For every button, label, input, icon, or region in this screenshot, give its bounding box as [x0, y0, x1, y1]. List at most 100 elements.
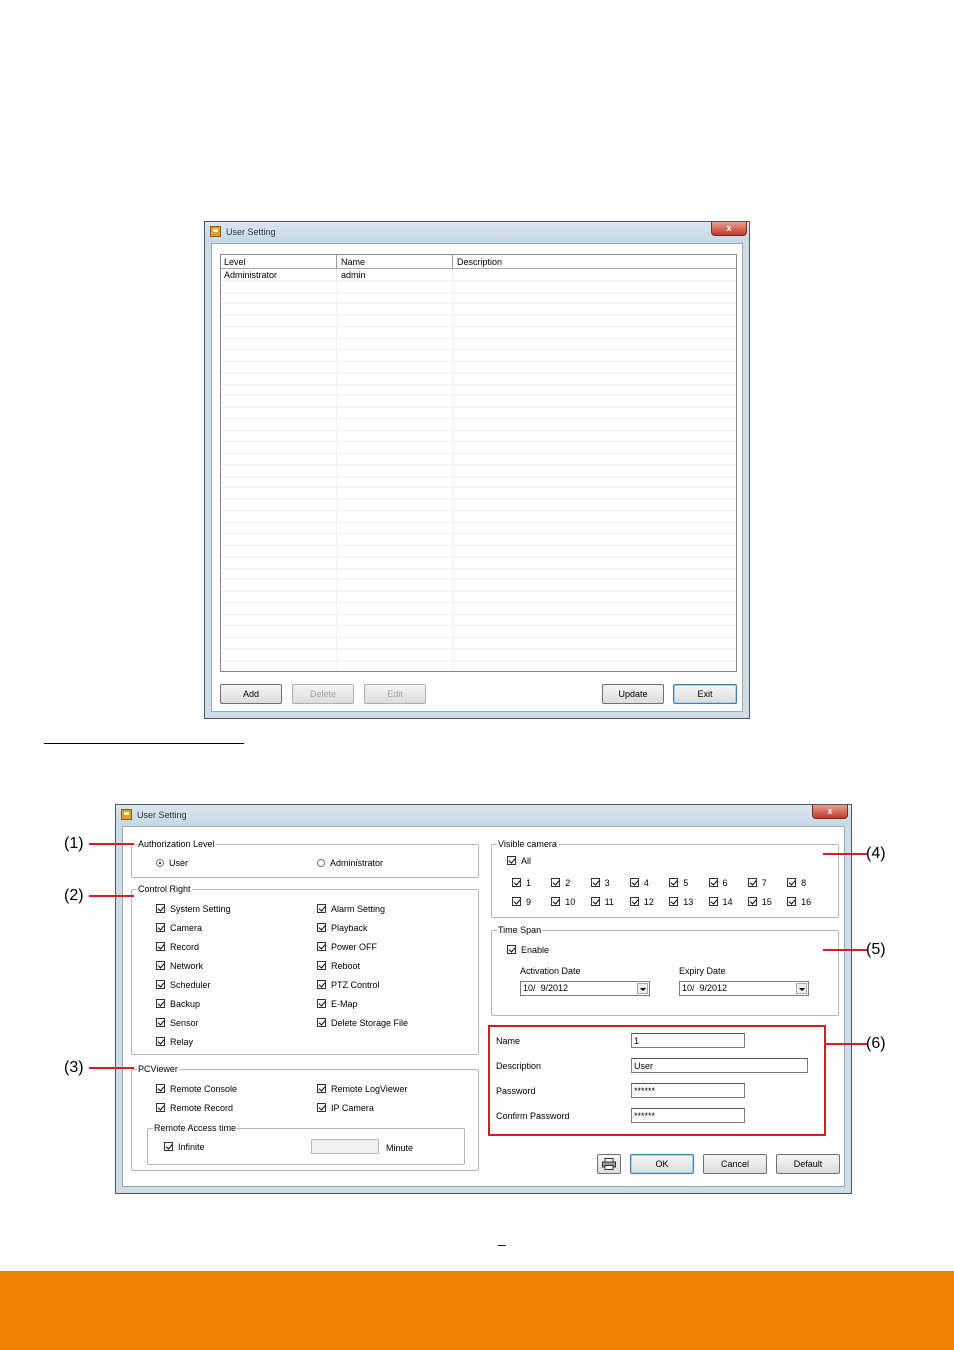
- checkbox-remote-record[interactable]: Remote Record: [156, 1102, 233, 1114]
- table-row-empty[interactable]: [221, 500, 736, 511]
- table-row-empty[interactable]: [221, 512, 736, 523]
- checkbox-control-camera[interactable]: Camera: [156, 922, 202, 934]
- checkbox-control-ptz-control[interactable]: PTZ Control: [317, 979, 380, 991]
- checkbox-infinite[interactable]: Infinite: [164, 1141, 205, 1153]
- checkbox-ip-camera[interactable]: IP Camera: [317, 1102, 374, 1114]
- table-row-empty[interactable]: [221, 604, 736, 615]
- title-bar: User Setting x: [205, 222, 749, 242]
- delete-button[interactable]: Delete: [292, 684, 354, 704]
- activation-date-picker[interactable]: 10/ 9/2012: [520, 981, 650, 996]
- checkbox-camera-12[interactable]: 12: [629, 896, 654, 908]
- dropdown-arrow-icon[interactable]: [796, 983, 807, 994]
- table-row-empty[interactable]: [221, 305, 736, 316]
- table-row-empty[interactable]: [221, 615, 736, 626]
- checkbox-camera-10[interactable]: 10: [551, 896, 575, 908]
- checkbox-camera-1[interactable]: 1: [512, 877, 531, 889]
- table-row-empty[interactable]: [221, 546, 736, 557]
- add-button[interactable]: Add: [220, 684, 282, 704]
- exit-button[interactable]: Exit: [673, 684, 737, 704]
- checkbox-camera-3[interactable]: 3: [590, 877, 610, 889]
- checkbox-camera-13[interactable]: 13: [669, 896, 693, 908]
- table-row-empty[interactable]: [221, 489, 736, 500]
- checkbox-remote-logviewer[interactable]: Remote LogViewer: [317, 1083, 407, 1095]
- checkbox-control-network[interactable]: Network: [156, 960, 203, 972]
- table-row-empty[interactable]: [221, 627, 736, 638]
- checkbox-camera-8[interactable]: 8: [787, 877, 806, 889]
- update-button[interactable]: Update: [602, 684, 664, 704]
- dropdown-arrow-icon[interactable]: [637, 983, 648, 994]
- checkbox-control-scheduler[interactable]: Scheduler: [156, 979, 211, 991]
- checkbox-control-backup[interactable]: Backup: [156, 998, 200, 1010]
- table-row-empty[interactable]: [221, 661, 736, 671]
- checkbox-camera-6[interactable]: 6: [708, 877, 728, 889]
- column-header-description[interactable]: Description: [457, 257, 502, 267]
- checkbox-control-reboot[interactable]: Reboot: [317, 960, 360, 972]
- table-row-empty[interactable]: [221, 420, 736, 431]
- minute-input[interactable]: [311, 1139, 379, 1154]
- table-row-empty[interactable]: [221, 385, 736, 396]
- checkbox-control-system-setting[interactable]: System Setting: [156, 903, 231, 915]
- checkbox-all-cameras[interactable]: All: [507, 855, 531, 867]
- checkbox-control-power-off[interactable]: Power OFF: [317, 941, 377, 953]
- checkbox-control-record[interactable]: Record: [156, 941, 199, 953]
- table-row-empty[interactable]: [221, 650, 736, 661]
- table-row-empty[interactable]: [221, 443, 736, 454]
- window-title: User Setting: [137, 810, 187, 820]
- column-header-level[interactable]: Level: [224, 257, 246, 267]
- column-header-name[interactable]: Name: [341, 257, 365, 267]
- table-row-empty[interactable]: [221, 351, 736, 362]
- table-row-empty[interactable]: [221, 362, 736, 373]
- table-row-empty[interactable]: [221, 339, 736, 350]
- checkbox-label: 13: [683, 897, 694, 907]
- table-row-empty[interactable]: [221, 431, 736, 442]
- checkbox-control-relay[interactable]: Relay: [156, 1036, 193, 1048]
- checkbox-camera-7[interactable]: 7: [747, 877, 767, 889]
- table-row-empty[interactable]: [221, 558, 736, 569]
- default-button[interactable]: Default: [776, 1154, 840, 1174]
- edit-button[interactable]: Edit: [364, 684, 426, 704]
- checkbox-control-playback[interactable]: Playback: [317, 922, 368, 934]
- table-row-empty[interactable]: [221, 535, 736, 546]
- checkbox-control-delete-storage-file[interactable]: Delete Storage File: [317, 1017, 408, 1029]
- table-row-empty[interactable]: [221, 328, 736, 339]
- checkbox-control-sensor[interactable]: Sensor: [156, 1017, 199, 1029]
- table-row-empty[interactable]: [221, 466, 736, 477]
- checkbox-camera-16[interactable]: 16: [787, 896, 811, 908]
- close-button[interactable]: x: [812, 805, 848, 819]
- checkbox-camera-9[interactable]: 9: [512, 896, 531, 908]
- table-row-empty[interactable]: [221, 454, 736, 465]
- table-row-empty[interactable]: [221, 569, 736, 580]
- cancel-button[interactable]: Cancel: [703, 1154, 767, 1174]
- checkbox-enable[interactable]: Enable: [507, 944, 549, 956]
- checkbox-camera-11[interactable]: 11: [590, 896, 614, 908]
- checkbox-camera-4[interactable]: 4: [629, 877, 649, 889]
- checkbox-control-alarm-setting[interactable]: Alarm Setting: [317, 903, 385, 915]
- table-row[interactable]: Administrator admin: [221, 270, 736, 281]
- table-row-empty[interactable]: [221, 592, 736, 603]
- radio-user[interactable]: User: [156, 857, 188, 869]
- table-row-empty[interactable]: [221, 523, 736, 534]
- checkbox-mark: [512, 897, 521, 906]
- table-row-empty[interactable]: [221, 477, 736, 488]
- checkbox-control-e-map[interactable]: E-Map: [317, 998, 358, 1010]
- checkbox-camera-2[interactable]: 2: [551, 877, 570, 889]
- table-row-empty[interactable]: [221, 282, 736, 293]
- table-row-empty[interactable]: [221, 374, 736, 385]
- close-button[interactable]: x: [711, 222, 747, 236]
- table-row-empty[interactable]: [221, 408, 736, 419]
- expiry-date-picker[interactable]: 10/ 9/2012: [679, 981, 809, 996]
- table-row-empty[interactable]: [221, 581, 736, 592]
- table-row-empty[interactable]: [221, 397, 736, 408]
- print-button[interactable]: [597, 1154, 621, 1174]
- checkbox-camera-15[interactable]: 15: [747, 896, 772, 908]
- table-row-empty[interactable]: [221, 316, 736, 327]
- ok-button[interactable]: OK: [630, 1154, 694, 1174]
- radio-administrator[interactable]: Administrator: [317, 857, 383, 869]
- checkbox-camera-5[interactable]: 5: [669, 877, 688, 889]
- checkbox-remote-console[interactable]: Remote Console: [156, 1083, 237, 1095]
- checkbox-camera-14[interactable]: 14: [708, 896, 733, 908]
- table-row-empty[interactable]: [221, 638, 736, 649]
- table-row-empty[interactable]: [221, 293, 736, 304]
- window-title: User Setting: [226, 227, 276, 237]
- user-list[interactable]: Level Name Description Administrator adm…: [220, 254, 737, 672]
